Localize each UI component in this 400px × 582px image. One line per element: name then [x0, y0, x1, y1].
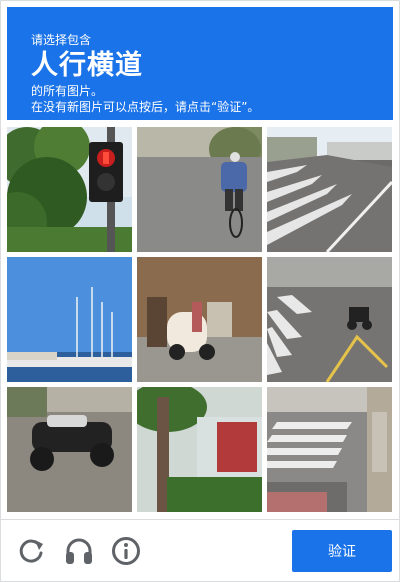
image-tile-2[interactable]	[137, 127, 262, 252]
image-tile-3[interactable]	[267, 127, 392, 252]
challenge-footer: 验证	[0, 520, 400, 582]
image-tile-1[interactable]	[7, 127, 132, 252]
tile-image-tree	[137, 387, 262, 512]
verify-button[interactable]: 验证	[292, 530, 392, 572]
image-tile-9[interactable]	[267, 387, 392, 512]
tile-image-traffic-light	[7, 127, 132, 252]
tile-image-scooter	[137, 257, 262, 382]
reload-icon	[19, 539, 43, 563]
challenge-header: 请选择包含 人行横道 的所有图片。 在没有新图片可以点按后，请点击“验证”。	[7, 7, 393, 120]
info-icon	[112, 537, 140, 565]
image-tile-7[interactable]	[7, 387, 132, 512]
image-tile-5[interactable]	[137, 257, 262, 382]
tile-image-zebra-street	[267, 127, 392, 252]
instruction-keyword: 人行横道	[31, 50, 143, 81]
audio-button[interactable]	[63, 535, 95, 567]
instruction-suffix: 的所有图片。	[31, 84, 104, 98]
tile-image-motorcycle	[7, 387, 132, 512]
tile-image-harbor	[7, 257, 132, 382]
image-tile-8[interactable]	[137, 387, 262, 512]
tile-image-crosswalk-building	[267, 387, 392, 512]
instruction-hint: 在没有新图片可以点按后，请点击“验证”。	[31, 100, 260, 114]
image-tile-6[interactable]	[267, 257, 392, 382]
image-tile-4[interactable]	[7, 257, 132, 382]
info-button[interactable]	[110, 535, 142, 567]
headphones-icon	[66, 538, 92, 564]
reload-button[interactable]	[15, 535, 47, 567]
tile-image-crosswalk-motorcycle	[267, 257, 392, 382]
image-grid	[7, 127, 393, 513]
instruction-prefix: 请选择包含	[31, 33, 92, 47]
tile-image-cyclist	[137, 127, 262, 252]
